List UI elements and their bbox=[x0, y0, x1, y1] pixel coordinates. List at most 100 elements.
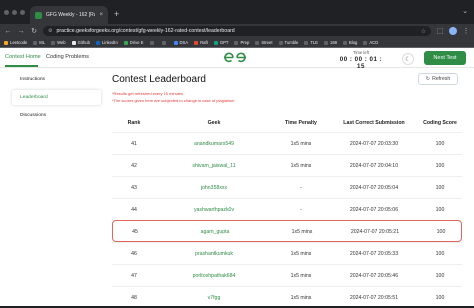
tab-search-chevron-icon[interactable]: ⌄ bbox=[462, 7, 468, 15]
gfg-logo[interactable] bbox=[222, 52, 248, 63]
bookmark-favicon-icon bbox=[343, 40, 347, 45]
rank-cell: 46 bbox=[131, 251, 137, 257]
table-row: 43 john358xxx - 2024-07-07 20:05:04 100 bbox=[112, 176, 462, 198]
bookmark-favicon-icon bbox=[363, 40, 368, 45]
sidebar-item-discussions[interactable]: Discussions bbox=[12, 108, 101, 123]
rank-cell: 44 bbox=[131, 207, 137, 213]
back-arrow-icon[interactable]: ← bbox=[4, 28, 12, 35]
rank-cell: 41 bbox=[131, 141, 137, 147]
bookmark-favicon-icon bbox=[234, 40, 239, 45]
tab-title: GFG Weekly - 162 [Rated] Co... bbox=[46, 12, 96, 18]
leaderboard-header: Rank Geek Time Penalty Last Correct Subm… bbox=[112, 120, 462, 132]
bookmark-label: Prep bbox=[240, 40, 250, 45]
last-submission-cell: 2024-07-07 20:05:33 bbox=[349, 251, 399, 257]
bookmark-favicon-icon bbox=[173, 40, 178, 45]
chrome-menu-icon[interactable]: ⋮ bbox=[462, 27, 470, 35]
geek-name-link[interactable]: yashwarthpazk0v bbox=[156, 207, 272, 213]
bookmark-item[interactable]: GPT bbox=[213, 40, 228, 45]
reload-icon[interactable]: ↻ bbox=[30, 27, 38, 35]
theme-toggle-moon-icon[interactable]: ☾ bbox=[402, 53, 414, 65]
bookmark-label: DSA bbox=[179, 40, 189, 45]
time-penalty-cell: - bbox=[300, 207, 302, 213]
bookmark-item[interactable]: Street bbox=[255, 40, 273, 45]
bookmark-item[interactable]: TLE bbox=[304, 40, 318, 45]
sidebar-item-instructions[interactable]: Instructions bbox=[12, 72, 101, 87]
contest-sidebar: Instructions Leaderboard Discussions bbox=[12, 72, 101, 126]
window-controls[interactable] bbox=[0, 10, 30, 24]
bookmarks-bar: Leetcode ML Web Github LinkedIn Drive E DSA Raf… bbox=[0, 38, 474, 48]
time-penalty-cell: 1x5 mins bbox=[290, 141, 312, 147]
bookmark-star-icon[interactable]: ☆ bbox=[421, 28, 426, 35]
active-nav-underline bbox=[5, 65, 38, 67]
next-test-button[interactable]: Next Test bbox=[424, 51, 466, 65]
profile-avatar[interactable] bbox=[449, 27, 457, 35]
column-header-time-penalty: Time Penalty bbox=[285, 120, 317, 126]
coding-score-cell: 100 bbox=[435, 273, 445, 279]
bookmark-favicon-icon bbox=[324, 40, 328, 45]
bookmark-item[interactable]: Prep bbox=[234, 40, 249, 45]
column-header-geek: Geek bbox=[207, 120, 221, 126]
bookmark-label: Leetcode bbox=[10, 40, 28, 45]
refresh-note: *Results get refreshed every 10 minutes bbox=[112, 91, 184, 96]
rank-cell: 42 bbox=[131, 163, 137, 169]
bookmark-label: LinkedIn bbox=[101, 40, 118, 45]
bookmark-item[interactable]: ACD bbox=[363, 40, 378, 45]
bookmark-favicon-icon bbox=[4, 40, 8, 45]
last-submission-cell: 2024-07-07 20:03:30 bbox=[349, 141, 399, 147]
nav-contest-home[interactable]: Contest Home bbox=[5, 54, 41, 60]
bookmark-favicon-icon bbox=[33, 40, 38, 45]
nav-coding-problems[interactable]: Coding Problems bbox=[46, 54, 89, 60]
bookmark-item[interactable]: Raft bbox=[194, 40, 208, 45]
browser-tab-active[interactable]: GFG Weekly - 162 [Rated] Co... × bbox=[30, 6, 108, 24]
bookmark-item[interactable]: DSA bbox=[173, 40, 189, 45]
plagiarism-note: *The scores given here are subjected to … bbox=[112, 98, 235, 103]
bookmark-item[interactable]: Tumble bbox=[278, 40, 298, 45]
bookmark-item[interactable]: LinkedIn bbox=[95, 40, 118, 45]
last-submission-cell: 2024-07-07 20:05:06 bbox=[349, 207, 399, 213]
bookmark-item[interactable] bbox=[161, 40, 168, 45]
geek-name-link[interactable]: porltoshpathak684 bbox=[156, 273, 272, 279]
time-left-box: Time left 00 : 00 : 01 : 15 bbox=[339, 50, 383, 70]
bookmark-item[interactable]: Web bbox=[51, 40, 66, 45]
sidebar-item-leaderboard[interactable]: Leaderboard bbox=[12, 90, 101, 105]
bookmark-item[interactable]: 168 bbox=[324, 40, 337, 45]
column-header-rank: Rank bbox=[127, 120, 141, 126]
refresh-label: Refresh bbox=[432, 76, 451, 82]
table-row: 46 prashantkumkuk 1x5 mins 2024-07-07 20:05… bbox=[112, 242, 462, 264]
bookmark-label: ML bbox=[39, 40, 46, 45]
coding-score-cell: 100 bbox=[435, 141, 445, 147]
bookmark-item[interactable] bbox=[149, 40, 156, 45]
geek-name-link[interactable]: john358xxx bbox=[156, 185, 272, 191]
url-text: practice.geeksforgeeks.org/contest/gfg-w… bbox=[56, 28, 235, 34]
leaderboard-panel: Contest Leaderboard ↻ Refresh *Results g… bbox=[112, 70, 462, 301]
table-row: 44 yashwarthpazk0v - 2024-07-07 20:05:06 100 bbox=[112, 198, 462, 220]
bookmark-item[interactable]: Blog bbox=[343, 40, 357, 45]
geek-name-link[interactable]: prashantkumkuk bbox=[156, 251, 272, 257]
page-title: Contest Leaderboard bbox=[112, 74, 206, 85]
bookmark-item[interactable]: Drive E bbox=[123, 40, 144, 45]
new-tab-button[interactable]: + bbox=[108, 9, 125, 24]
time-penalty-cell: 1x5 mins bbox=[290, 251, 312, 257]
last-submission-cell: 2024-07-07 20:05:46 bbox=[349, 273, 399, 279]
bookmark-item[interactable]: Leetcode bbox=[4, 40, 27, 45]
time-penalty-cell: 1x5 mins bbox=[290, 273, 312, 279]
table-row-highlighted: 45 agam_gupta 1x5 mins 2024-07-07 20:05:21 1… bbox=[112, 220, 462, 242]
coding-score-cell: 100 bbox=[435, 185, 445, 191]
geek-name-link[interactable]: v7fgg bbox=[156, 295, 272, 301]
time-penalty-cell: 1x5 mins bbox=[290, 163, 312, 169]
table-row: 48 v7fgg 1x5 mins 2024-07-07 20:05:51 100 bbox=[112, 286, 462, 308]
refresh-button[interactable]: ↻ Refresh bbox=[418, 73, 458, 85]
bookmark-item[interactable]: Github bbox=[71, 40, 90, 45]
rank-cell: 47 bbox=[131, 273, 137, 279]
forward-arrow-icon[interactable]: → bbox=[17, 28, 25, 35]
bookmark-item[interactable]: ML bbox=[33, 40, 45, 45]
geek-name-link[interactable]: shivam_jaiswal_11 bbox=[156, 163, 272, 169]
tab-close-icon[interactable]: × bbox=[99, 12, 103, 18]
last-submission-cell: 2024-07-07 20:05:21 bbox=[350, 229, 400, 235]
time-penalty-cell: - bbox=[300, 185, 302, 191]
geek-name-link[interactable]: anandkumars549 bbox=[156, 141, 272, 147]
site-info-icon[interactable]: ⚙ bbox=[48, 28, 52, 34]
extensions-icon[interactable]: ⬚ bbox=[436, 27, 444, 35]
address-bar[interactable]: ⚙ practice.geeksforgeeks.org/contest/gfg… bbox=[43, 26, 431, 36]
geek-name-link[interactable]: agam_gupta bbox=[157, 229, 273, 235]
